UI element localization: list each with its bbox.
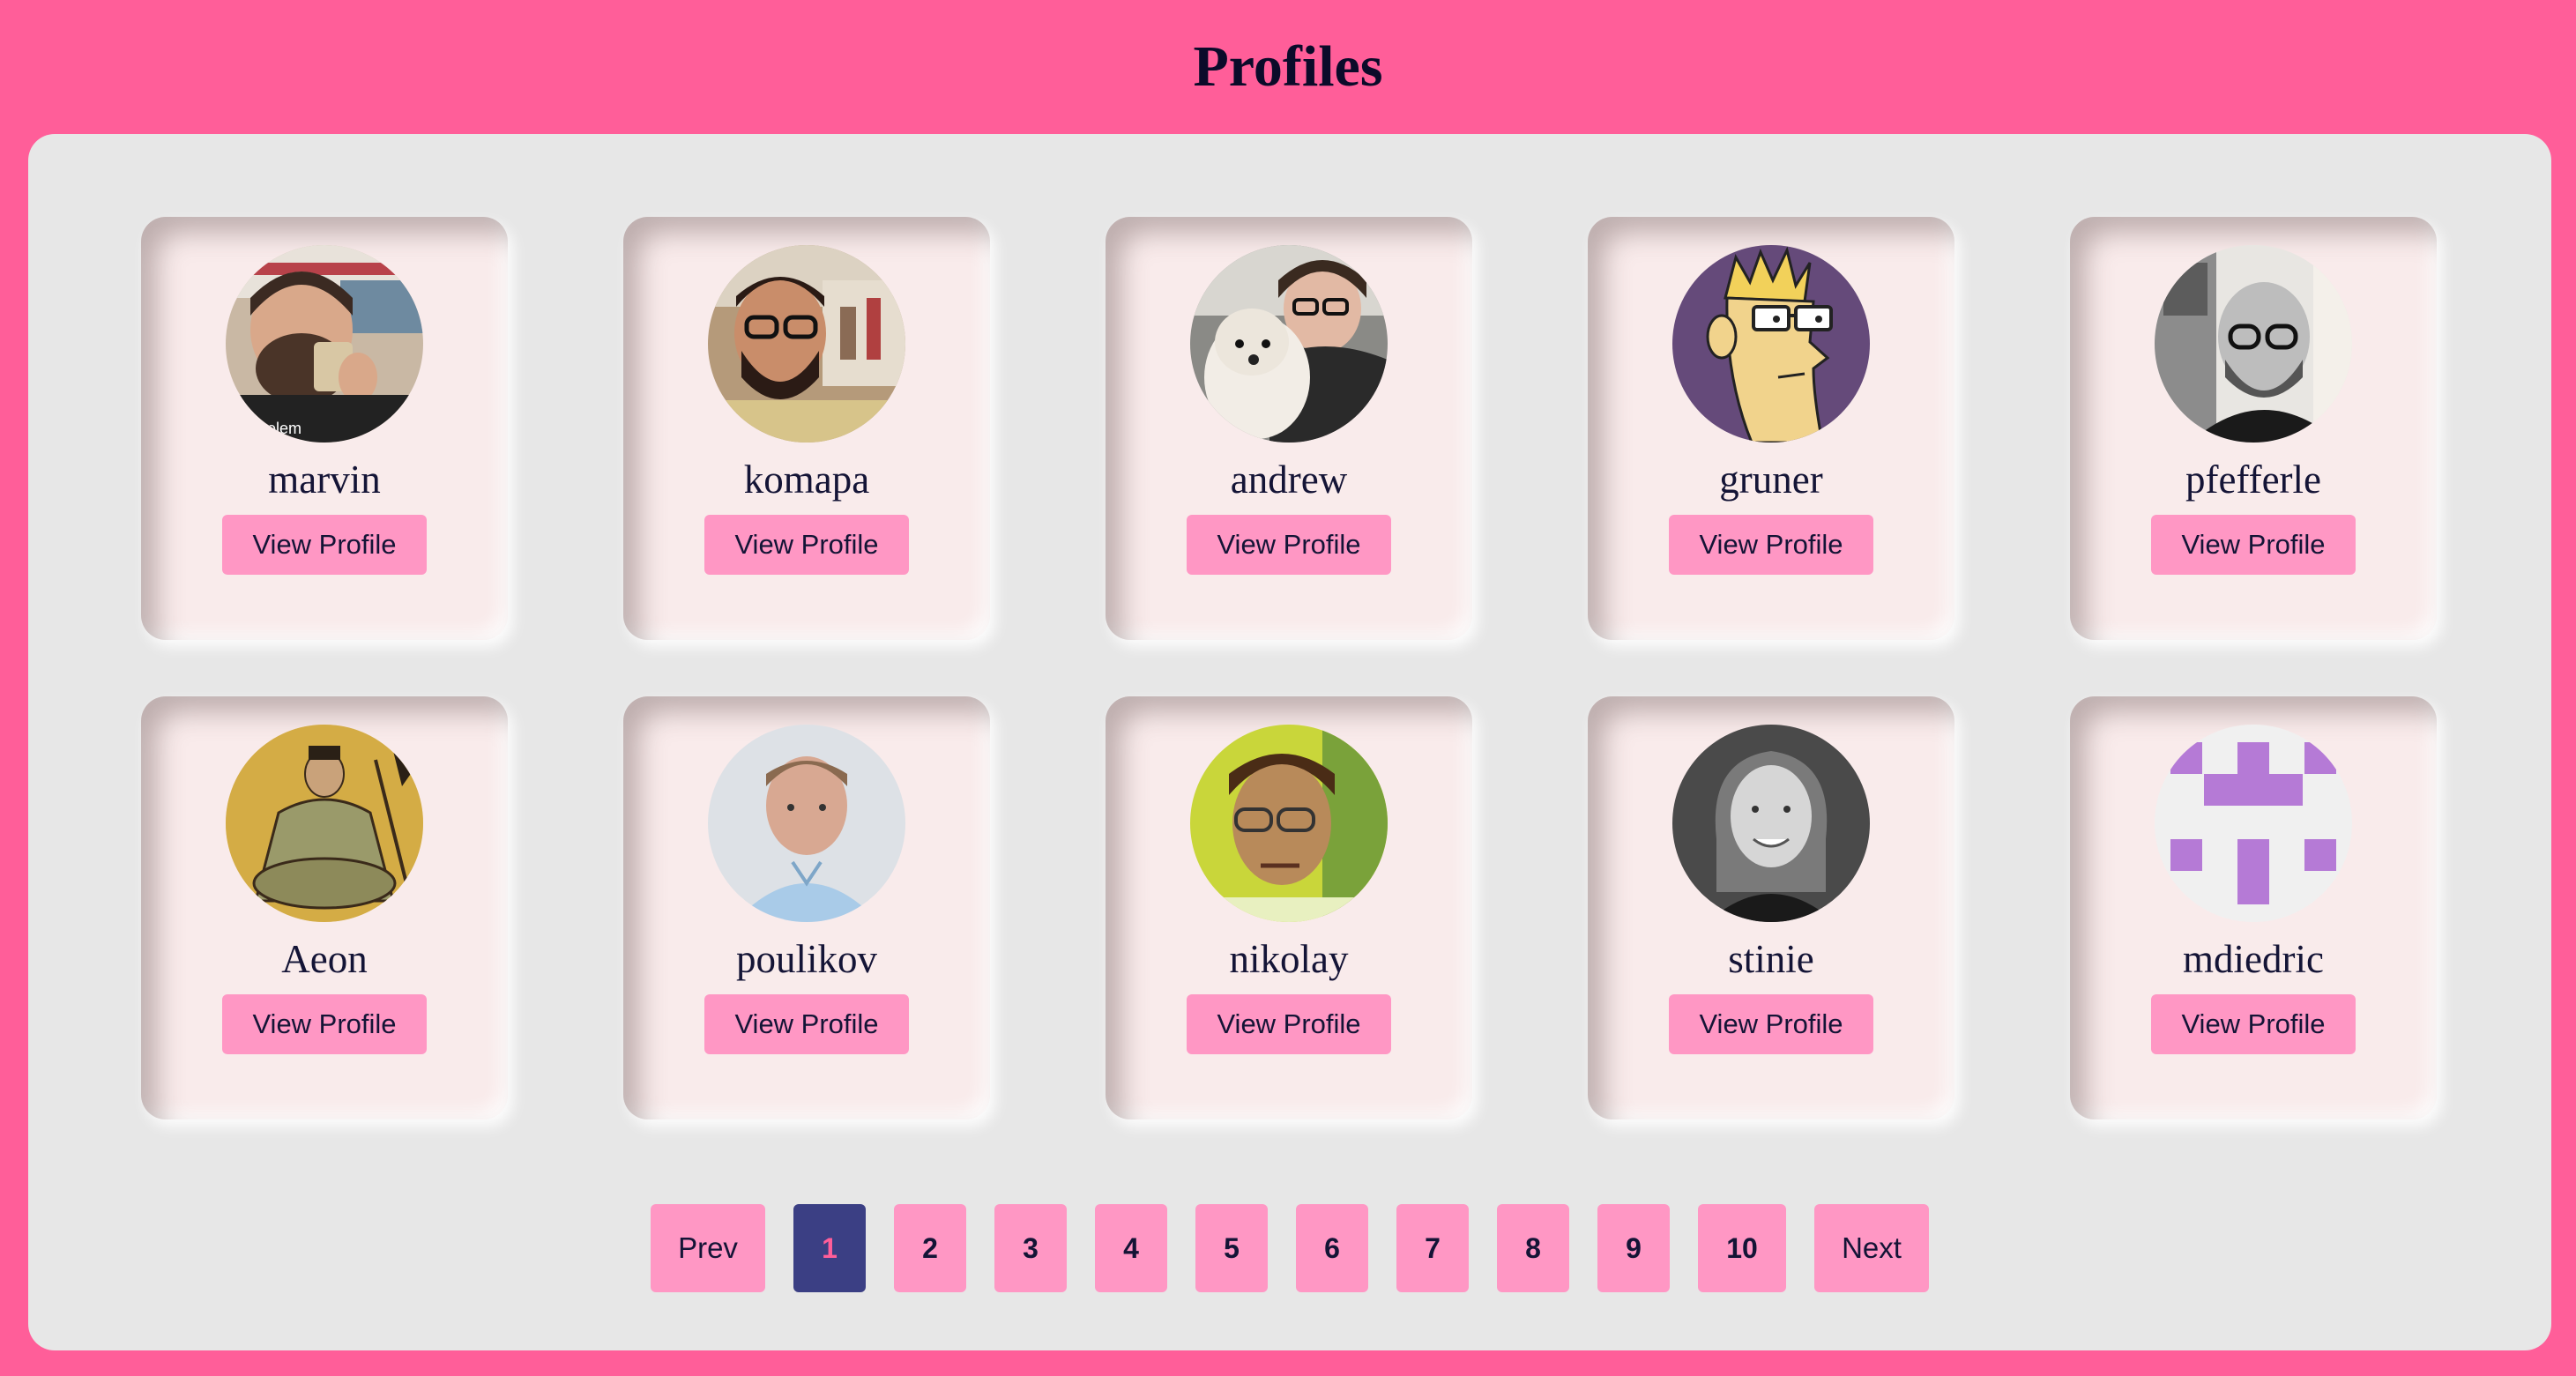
page-button-3[interactable]: 3 [994, 1204, 1067, 1292]
avatar-photo-icon [708, 725, 905, 922]
view-profile-button[interactable]: View Profile [222, 515, 427, 575]
page-button-9[interactable]: 9 [1597, 1204, 1670, 1292]
avatar-painting-icon [226, 725, 423, 922]
profile-username: komapa [743, 457, 870, 502]
avatar-photo-icon [1190, 245, 1388, 443]
page-button-10[interactable]: 10 [1698, 1204, 1786, 1292]
avatar: E elem [226, 245, 423, 443]
profile-username: marvin [268, 457, 381, 502]
profile-username: gruner [1719, 457, 1823, 502]
avatar-photo-icon [708, 245, 905, 443]
avatar [1672, 245, 1870, 443]
avatar-cartoon-icon [1672, 245, 1870, 443]
view-profile-button[interactable]: View Profile [2151, 994, 2356, 1054]
avatar-photo-icon [1190, 725, 1388, 922]
view-profile-button[interactable]: View Profile [222, 994, 427, 1054]
avatar-photo-icon [2155, 245, 2352, 443]
profile-card: Aeon View Profile [141, 696, 508, 1119]
page-button-6[interactable]: 6 [1296, 1204, 1368, 1292]
page-button-2[interactable]: 2 [894, 1204, 966, 1292]
profile-card: gruner View Profile [1588, 217, 1954, 640]
avatar-photo-icon [1672, 725, 1870, 922]
profile-username: mdiedric [2183, 937, 2324, 981]
view-profile-button[interactable]: View Profile [1187, 994, 1391, 1054]
profiles-panel: E elem marvin View Profile komapa View P… [28, 134, 2551, 1350]
page-button-1[interactable]: 1 [793, 1204, 866, 1292]
avatar [226, 725, 423, 922]
avatar [2155, 245, 2352, 443]
profile-username: stinie [1728, 937, 1814, 981]
page-button-4[interactable]: 4 [1095, 1204, 1167, 1292]
view-profile-button[interactable]: View Profile [2151, 515, 2356, 575]
view-profile-button[interactable]: View Profile [704, 994, 909, 1054]
profiles-grid: E elem marvin View Profile komapa View P… [141, 217, 2438, 1119]
profile-username: nikolay [1229, 937, 1349, 981]
view-profile-button[interactable]: View Profile [1187, 515, 1391, 575]
avatar [1672, 725, 1870, 922]
prev-page-button[interactable]: Prev [651, 1204, 765, 1292]
profile-card: komapa View Profile [623, 217, 990, 640]
profile-username: poulikov [735, 937, 877, 981]
profile-card: pfefferle View Profile [2070, 217, 2437, 640]
profile-card: E elem marvin View Profile [141, 217, 508, 640]
profile-username: andrew [1230, 457, 1348, 502]
avatar [708, 725, 905, 922]
avatar [2155, 725, 2352, 922]
view-profile-button[interactable]: View Profile [704, 515, 909, 575]
svg-text:E elem: E elem [252, 420, 302, 437]
avatar-photo-icon: E elem [226, 245, 423, 443]
profile-card: andrew View Profile [1106, 217, 1472, 640]
profile-card: nikolay View Profile [1106, 696, 1472, 1119]
profile-card: stinie View Profile [1588, 696, 1954, 1119]
profile-card: poulikov View Profile [623, 696, 990, 1119]
profile-username: Aeon [281, 937, 368, 981]
page-title: Profiles [1193, 34, 1383, 99]
avatar [708, 245, 905, 443]
pagination: Prev 1 2 3 4 5 6 7 8 9 10 Next [28, 1204, 2551, 1292]
avatar [1190, 245, 1388, 443]
page-button-8[interactable]: 8 [1497, 1204, 1569, 1292]
view-profile-button[interactable]: View Profile [1669, 994, 1873, 1054]
profile-card: mdiedric View Profile [2070, 696, 2437, 1119]
profile-username: pfefferle [2185, 457, 2322, 502]
avatar [1190, 725, 1388, 922]
view-profile-button[interactable]: View Profile [1669, 515, 1873, 575]
page-button-5[interactable]: 5 [1195, 1204, 1268, 1292]
next-page-button[interactable]: Next [1814, 1204, 1929, 1292]
avatar-identicon-icon [2155, 725, 2352, 922]
page-button-7[interactable]: 7 [1396, 1204, 1469, 1292]
